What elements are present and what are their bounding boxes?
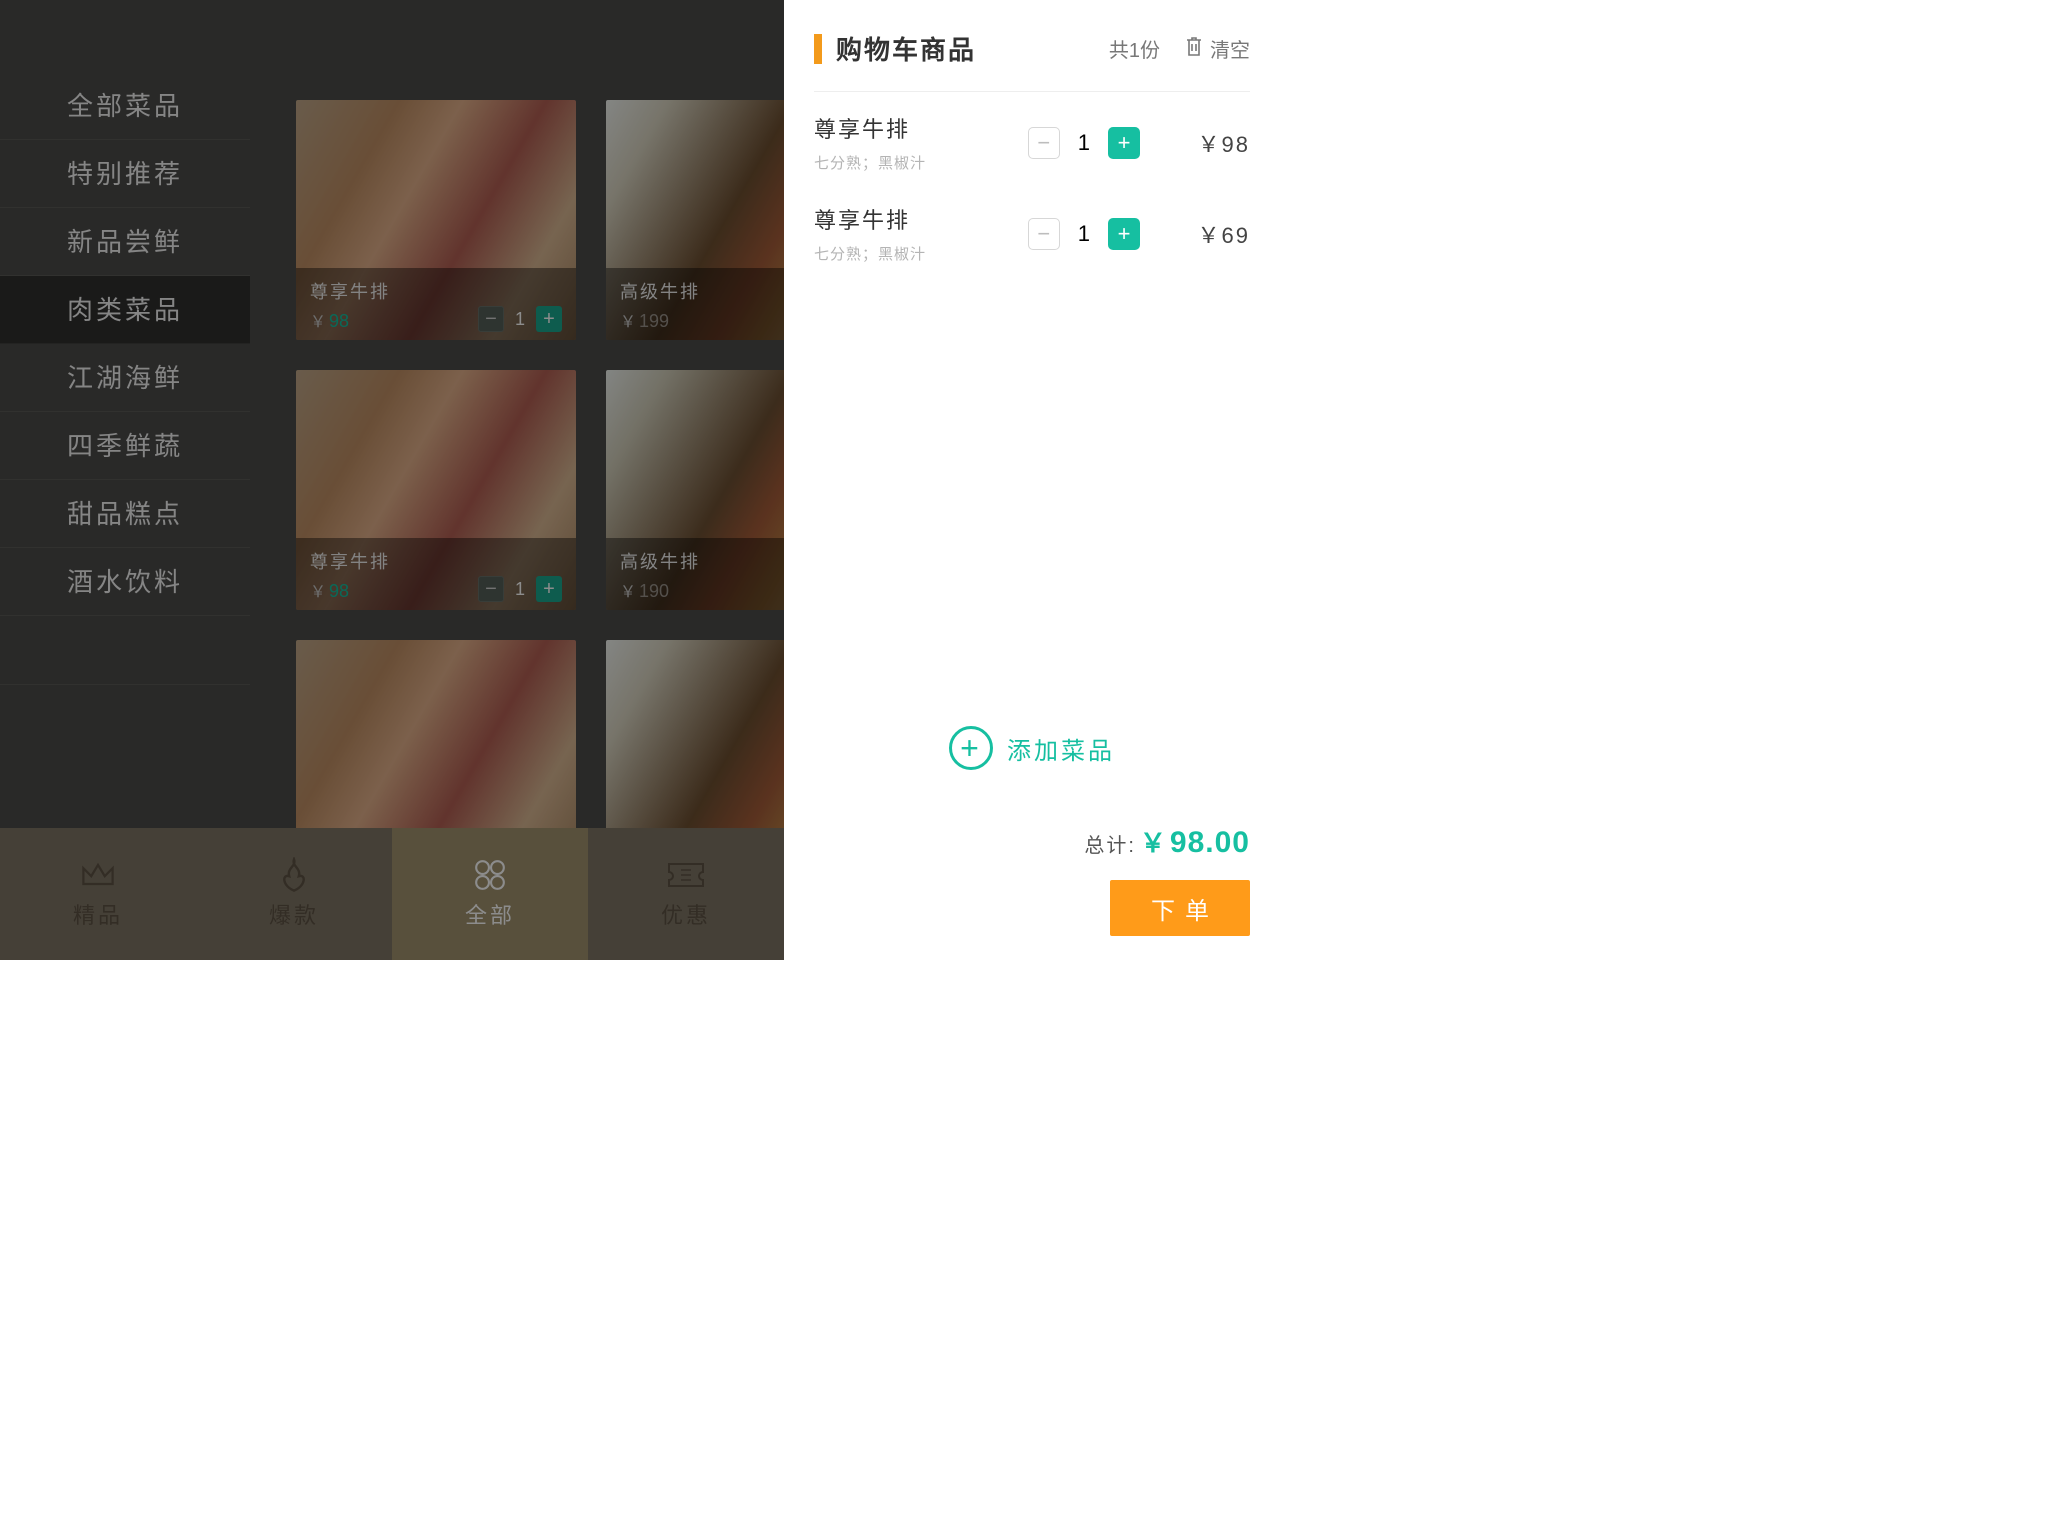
cart-item-price: ￥98: [1160, 127, 1250, 159]
minus-icon: −: [485, 309, 497, 329]
increase-button[interactable]: +: [1108, 127, 1140, 159]
flame-icon: [275, 858, 313, 892]
decrease-button[interactable]: −: [478, 306, 504, 332]
nav-featured[interactable]: 精品: [0, 828, 196, 960]
dish-name: 尊享牛排: [310, 278, 390, 304]
trash-icon: [1184, 35, 1204, 63]
cart-count: 共1份: [1109, 34, 1160, 63]
cart-stepper: − 1 +: [1028, 218, 1140, 250]
nav-label: 精品: [73, 898, 123, 930]
add-dish-label: 添加菜品: [1007, 731, 1115, 766]
nav-label: 全部: [465, 898, 515, 930]
cart-title: 购物车商品: [836, 30, 976, 67]
decrease-button[interactable]: −: [478, 576, 504, 602]
cart-panel: 购物车商品 共1份 清空 尊享牛排 七分熟；黑椒汁 −: [784, 0, 1280, 960]
sidebar-item-meat[interactable]: 肉类菜品: [0, 276, 250, 344]
dish-price: ￥199: [620, 308, 700, 332]
dish-card[interactable]: 尊享牛排 ￥98 − 1 +: [296, 100, 576, 340]
menu-area: 全部菜品 特别推荐 新品尝鲜 肉类菜品 江湖海鲜 四季鲜蔬 甜品糕点 酒水饮料 …: [0, 0, 784, 960]
dish-stepper: − 1 +: [478, 306, 562, 332]
dish-qty: 1: [514, 309, 526, 330]
dish-name: 高级牛排: [620, 278, 700, 304]
grid-icon: [471, 858, 509, 892]
dish-card[interactable]: 尊享牛排 ￥98 − 1 +: [296, 370, 576, 610]
sidebar-item-drinks[interactable]: 酒水饮料: [0, 548, 250, 616]
ticket-icon: [667, 858, 705, 892]
increase-button[interactable]: +: [1108, 218, 1140, 250]
nav-label: 优惠: [661, 898, 711, 930]
cart-item: 尊享牛排 七分熟；黑椒汁 − 1 + ￥69: [814, 203, 1250, 264]
cart-header: 购物车商品 共1份 清空: [814, 30, 1250, 67]
dish-qty: 1: [514, 579, 526, 600]
dish-price: ￥98: [310, 578, 390, 602]
cart-list: 尊享牛排 七分熟；黑椒汁 − 1 + ￥98 尊享牛排 七分熟；黑椒汁 − 1: [814, 112, 1250, 264]
sidebar-item-all[interactable]: 全部菜品: [0, 72, 250, 140]
cart-item-name: 尊享牛排: [814, 112, 1008, 144]
nav-all[interactable]: 全部: [392, 828, 588, 960]
total-label: 总计:: [1084, 829, 1136, 858]
add-dish-button[interactable]: + 添加菜品: [814, 726, 1250, 770]
dish-card[interactable]: 高级牛排 ￥190: [606, 370, 784, 610]
minus-icon: −: [485, 579, 497, 599]
nav-coupon[interactable]: 优惠: [588, 828, 784, 960]
cart-stepper: − 1 +: [1028, 127, 1140, 159]
divider: [814, 91, 1250, 92]
cart-item-qty: 1: [1078, 130, 1090, 156]
cart-total: 总计: ￥98.00: [1084, 823, 1250, 860]
sidebar-item-dessert[interactable]: 甜品糕点: [0, 480, 250, 548]
cart-item-options: 七分熟；黑椒汁: [814, 243, 1008, 264]
dish-card-footer: 高级牛排 ￥190: [606, 538, 784, 610]
nav-hot[interactable]: 爆款: [196, 828, 392, 960]
cart-item: 尊享牛排 七分熟；黑椒汁 − 1 + ￥98: [814, 112, 1250, 173]
dish-card-footer: 尊享牛排 ￥98 − 1 +: [296, 538, 576, 610]
clear-cart-button[interactable]: 清空: [1184, 34, 1250, 63]
dish-price: ￥98: [310, 308, 390, 332]
cart-item-qty: 1: [1078, 221, 1090, 247]
sidebar-item-vegetable[interactable]: 四季鲜蔬: [0, 412, 250, 480]
plus-icon: +: [543, 579, 555, 599]
category-sidebar: 全部菜品 特别推荐 新品尝鲜 肉类菜品 江湖海鲜 四季鲜蔬 甜品糕点 酒水饮料: [0, 72, 250, 685]
cart-item-name: 尊享牛排: [814, 203, 1008, 235]
sidebar-item-new[interactable]: 新品尝鲜: [0, 208, 250, 276]
cart-item-options: 七分熟；黑椒汁: [814, 152, 1008, 173]
plus-circle-icon: +: [949, 726, 993, 770]
dish-card-footer: 高级牛排 ￥199: [606, 268, 784, 340]
plus-icon: +: [543, 309, 555, 329]
sidebar-item-seafood[interactable]: 江湖海鲜: [0, 344, 250, 412]
total-amount: ￥98.00: [1140, 823, 1250, 860]
bottom-nav: 精品 爆款 全部 优惠: [0, 828, 784, 960]
decrease-button[interactable]: −: [1028, 127, 1060, 159]
decrease-button[interactable]: −: [1028, 218, 1060, 250]
dish-name: 高级牛排: [620, 548, 700, 574]
dish-name: 尊享牛排: [310, 548, 390, 574]
cart-item-price: ￥69: [1160, 218, 1250, 250]
accent-bar: [814, 34, 822, 64]
nav-label: 爆款: [269, 898, 319, 930]
place-order-button[interactable]: 下单: [1110, 880, 1250, 936]
dish-card-footer: 尊享牛排 ￥98 − 1 +: [296, 268, 576, 340]
clear-label: 清空: [1210, 34, 1250, 63]
increase-button[interactable]: +: [536, 576, 562, 602]
dish-stepper: − 1 +: [478, 576, 562, 602]
increase-button[interactable]: +: [536, 306, 562, 332]
dish-price: ￥190: [620, 578, 700, 602]
sidebar-item-recommend[interactable]: 特别推荐: [0, 140, 250, 208]
crown-icon: [79, 858, 117, 892]
dish-card[interactable]: 高级牛排 ￥199: [606, 100, 784, 340]
